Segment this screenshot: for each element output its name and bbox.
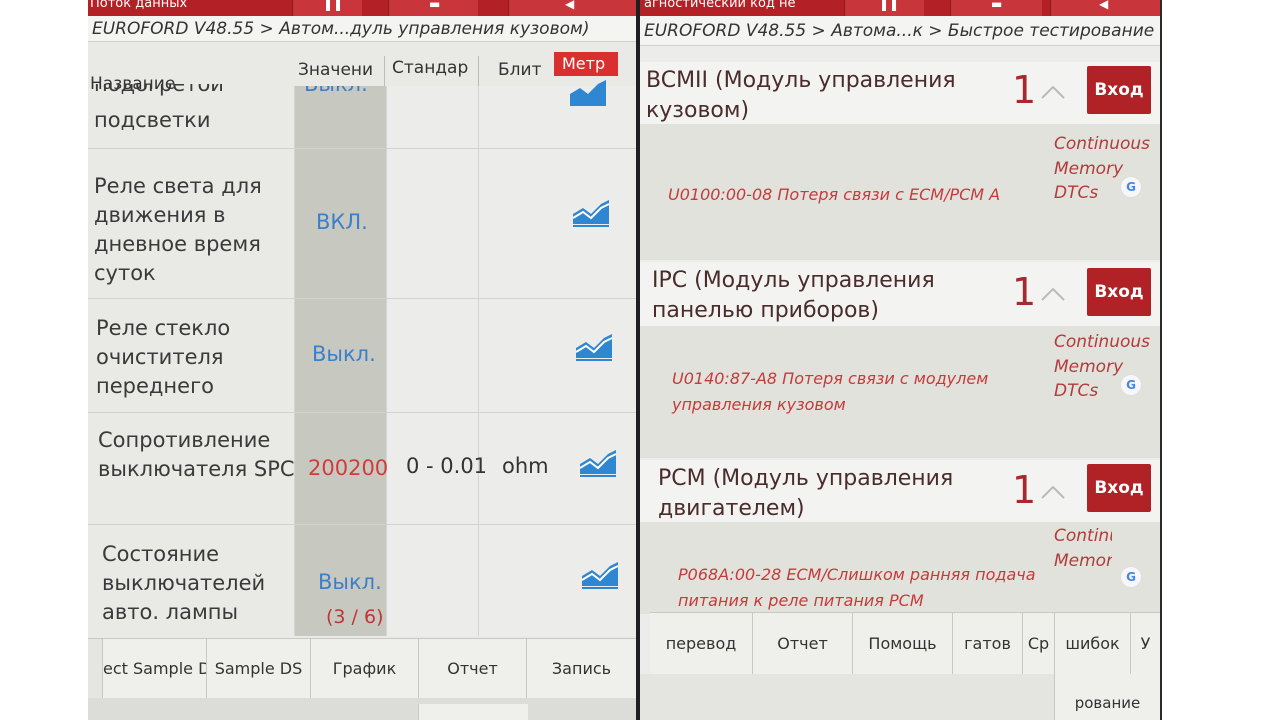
header-divider [384, 56, 385, 86]
parameter-value: ВКЛ. [316, 210, 368, 234]
column-divider [386, 86, 387, 636]
testing-button[interactable]: рование [1054, 674, 1160, 720]
help-button[interactable]: Помощь [852, 613, 952, 675]
row-divider [88, 412, 636, 413]
pause-icon: ❚❚ [323, 0, 344, 11]
column-header-standard: Стандар [392, 58, 469, 78]
left-breadcrumb: EUROFORD V48.55 > Автом...дуль управлени… [88, 16, 636, 42]
parameter-value: Выкл. [318, 570, 382, 594]
right-phone-screen: агностический код не ❚❚ ▬ ◀ EUROFORD V48… [640, 0, 1160, 720]
right-screen-title: агностический код не [644, 0, 796, 11]
chevron-up-icon[interactable] [1040, 482, 1066, 502]
parameter-name-line: подогретой [94, 84, 224, 96]
dtc-item[interactable]: P068A:00-28 ECM/Слишком ранняя подача пи… [640, 522, 1160, 614]
trend-chart-icon[interactable] [571, 196, 611, 228]
dtc-count: 1 [1012, 270, 1037, 314]
left-screen-title: Поток данных [90, 0, 188, 11]
dtc-item[interactable]: U0140:87-A8 Потеря связи с модулем управ… [640, 326, 1160, 458]
parameter-name: Состояние выключателей авто. лампы [102, 542, 266, 624]
row-divider [88, 148, 636, 149]
trend-chart-icon[interactable] [578, 446, 618, 478]
select-sample-button[interactable]: ect Sample D [102, 639, 206, 699]
column-divider [478, 86, 479, 636]
dtc-count: 1 [1012, 68, 1037, 112]
compare-button[interactable]: Ср [1022, 613, 1054, 675]
chevron-up-icon[interactable] [1040, 82, 1066, 102]
back-icon: ◀ [1099, 0, 1109, 11]
parameter-value: Выкл. [304, 86, 368, 96]
left-bottom-toolbar: ect Sample D Sample DS График Отчет Запи… [88, 638, 636, 699]
google-translate-icon[interactable]: G [1120, 176, 1142, 198]
back-icon: ◀ [565, 0, 575, 11]
enter-module-button[interactable]: Вход [1087, 268, 1151, 316]
sample-ds-button[interactable]: Sample DS [206, 639, 310, 699]
more-button[interactable] [418, 704, 528, 720]
dtc-count: 1 [1012, 468, 1037, 512]
metric-unit-toggle[interactable]: Метр [554, 52, 618, 76]
trend-chart-icon[interactable] [574, 330, 614, 362]
right-bottom-toolbar: перевод Отчет Помощь гатов Ср шибок У [650, 612, 1160, 675]
save-icon: ▬ [429, 0, 441, 11]
module-title: PCM (Модуль управления двигателем) [658, 466, 954, 521]
unit-label: ohm [502, 454, 549, 478]
parameter-value-out-of-range: 200200 [308, 456, 389, 480]
record-button[interactable]: Запись [526, 639, 636, 699]
graph-button[interactable]: График [310, 639, 418, 699]
pause-icon: ❚❚ [879, 0, 900, 11]
left-phone-screen: Поток данных ❚❚ ▬ ◀ EUROFORD V48.55 > Ав… [88, 0, 636, 720]
pause-button[interactable]: ❚❚ [844, 0, 924, 16]
parameter-name: подогретой подсветки [94, 84, 292, 135]
standard-column [386, 86, 478, 636]
parameter-name: Реле стекло очистителя переднего [96, 316, 231, 398]
pause-button[interactable]: ❚❚ [292, 0, 362, 16]
back-button[interactable]: ◀ [508, 0, 636, 16]
module-title: BCMII (Модуль управления кузовом) [646, 68, 956, 123]
parameter-value-clip: Выкл. [298, 86, 388, 104]
trend-chart-icon[interactable] [568, 76, 608, 108]
parameter-value: Выкл. [312, 342, 376, 366]
report-button[interactable]: Отчет [418, 639, 526, 699]
parameter-name-line: подсветки [94, 108, 211, 132]
back-button[interactable]: ◀ [1050, 0, 1160, 16]
left-navigation-strip [88, 698, 636, 720]
parameter-name: Реле света для движения в дневное время … [94, 174, 262, 285]
left-top-bar: Поток данных ❚❚ ▬ ◀ [88, 0, 636, 16]
dtc-description: U0140:87-A8 Потеря связи с модулем управ… [672, 369, 989, 414]
standard-range: 0 - 0.01 [406, 454, 488, 478]
row-divider [88, 524, 636, 525]
dtc-type: Continuous Memory DTCs [1054, 134, 1151, 203]
dtc-description: P068A:00-28 ECM/Слишком ранняя подача пи… [678, 565, 1036, 610]
save-button[interactable]: ▬ [388, 0, 478, 16]
page-indicator: (3 / 6) [326, 606, 384, 628]
header-divider [478, 56, 479, 86]
dtc-type: Continuous Memory DTCs [1054, 332, 1151, 401]
freeze-frame-button[interactable]: гатов [952, 613, 1022, 675]
module-header[interactable]: BCMII (Модуль управления кузовом) 1 Вход [640, 62, 1160, 124]
chevron-up-icon[interactable] [1040, 284, 1066, 304]
trend-chart-icon[interactable] [580, 558, 620, 590]
google-translate-icon[interactable]: G [1120, 374, 1142, 396]
save-icon: ▬ [991, 0, 1003, 11]
report-button[interactable]: Отчет [752, 613, 852, 675]
delete-button[interactable]: У [1130, 613, 1160, 675]
enter-module-button[interactable]: Вход [1087, 66, 1151, 114]
enter-module-button[interactable]: Вход [1087, 464, 1151, 512]
dtc-type: Continuous Memory [1054, 526, 1112, 571]
parameter-name: Сопротивление выключателя SPC [98, 428, 295, 481]
device-bezel [1160, 0, 1162, 720]
dtc-description: U0100:00-08 Потеря связи с ECM/PCM A [668, 185, 1001, 204]
module-title: IPC (Модуль управления панелью приборов) [652, 268, 935, 323]
row-divider [88, 298, 636, 299]
google-translate-icon[interactable]: G [1120, 566, 1142, 588]
dtc-item[interactable]: U0100:00-08 Потеря связи с ECM/PCM A Con… [640, 124, 1160, 260]
right-top-bar: агностический код не ❚❚ ▬ ◀ [640, 0, 1160, 16]
module-header[interactable]: PCM (Модуль управления двигателем) 1 Вхо… [640, 460, 1160, 522]
right-breadcrumb: EUROFORD V48.55 > Автома...к > Быстрое т… [640, 16, 1160, 46]
errors-button[interactable]: шибок [1054, 613, 1130, 675]
module-header[interactable]: IPC (Модуль управления панелью приборов)… [640, 262, 1160, 326]
translate-button[interactable]: перевод [650, 613, 752, 675]
save-button[interactable]: ▬ [950, 0, 1042, 16]
